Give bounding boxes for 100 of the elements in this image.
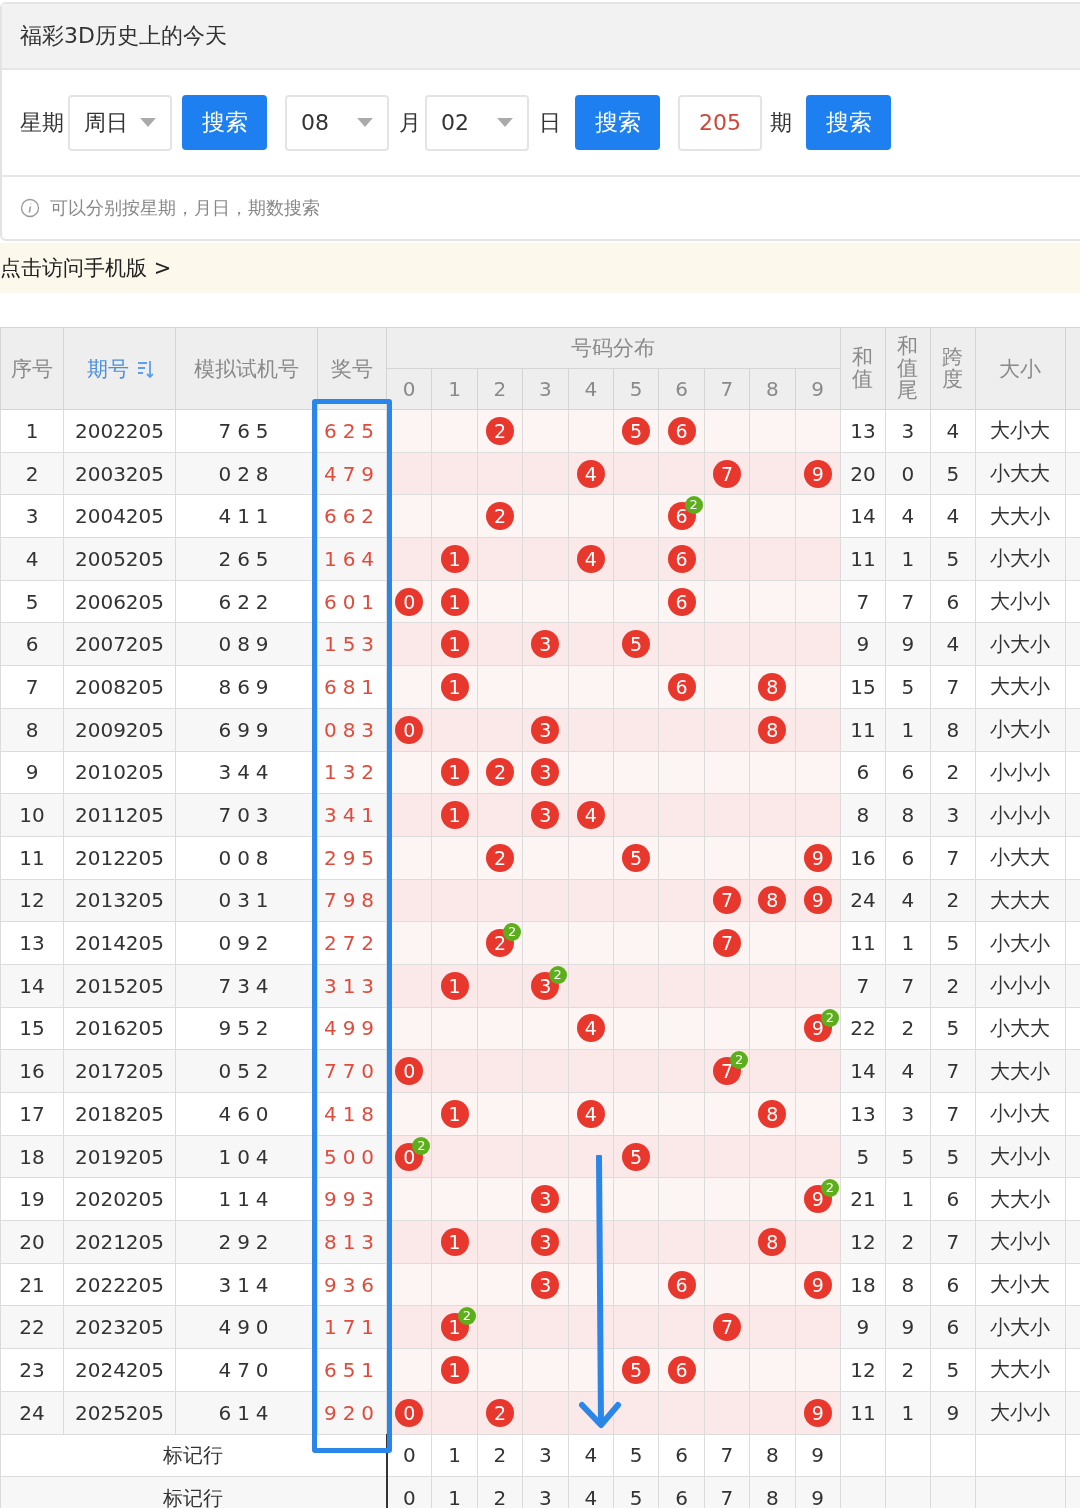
table-cell: 22 — [840, 1007, 886, 1050]
number-ball: 1 — [440, 630, 469, 659]
table-cell: 9 — [840, 1305, 886, 1349]
table-cell: 11 — [0, 836, 64, 880]
count-badge: 2 — [503, 923, 522, 942]
number-ball: 5 — [622, 1142, 651, 1171]
number-ball: 6 — [667, 1270, 696, 1299]
search-button[interactable]: 搜索 — [182, 95, 267, 150]
table-cell: 5 — [885, 665, 931, 709]
table-cell: 2008205 — [63, 665, 176, 709]
table-cell: 083 — [317, 708, 387, 751]
number-ball: 4 — [576, 801, 605, 830]
column-header: 2 — [477, 368, 523, 410]
table-cell: 2017205 — [63, 1049, 176, 1093]
table-cell: 11 — [840, 708, 886, 751]
number-ball: 3 — [531, 1270, 560, 1299]
dropdown[interactable]: 02 — [425, 94, 529, 151]
table-cell: 9 — [795, 1434, 841, 1477]
table-cell: 7 — [930, 1092, 976, 1136]
dropdown[interactable]: 08 — [285, 94, 389, 151]
table-cell: 1 — [885, 921, 931, 965]
column-header: 6 — [658, 368, 705, 410]
table-cell: 21 — [840, 1177, 886, 1221]
table-cell: 大大小 — [975, 1049, 1066, 1093]
table-cell: 3 — [0, 494, 64, 538]
number-ball: 3 — [531, 630, 560, 659]
number-ball: 4 — [576, 544, 605, 573]
table-cell: 2023205 — [63, 1305, 176, 1349]
table-cell: 22 — [0, 1305, 64, 1349]
number-ball: 5 — [622, 1355, 651, 1384]
table-cell: 20 — [840, 452, 886, 495]
sort-icon[interactable] — [136, 359, 153, 378]
table-cell: 171 — [317, 1305, 387, 1349]
table-cell: 7 — [885, 580, 931, 623]
column-header: 1 — [431, 368, 478, 410]
search-button[interactable]: 搜索 — [575, 95, 660, 150]
column-header: 9 — [795, 368, 841, 410]
number-ball: 0 — [395, 1057, 424, 1086]
table-cell: 2025205 — [63, 1391, 176, 1434]
table-cell: 24 — [0, 1391, 64, 1434]
table-cell: 5 — [0, 580, 64, 623]
table-cell: 2 — [885, 1007, 931, 1050]
table-cell: 6 — [658, 1434, 705, 1477]
table-cell: 313 — [317, 964, 387, 1008]
number-ball: 8 — [758, 1099, 787, 1128]
number-ball: 7 — [712, 929, 741, 958]
table-cell: 153 — [317, 622, 387, 666]
table-cell: 18 — [0, 1135, 64, 1178]
column-group-header: 号码分布 — [386, 327, 841, 369]
search-button[interactable]: 搜索 — [806, 95, 891, 150]
table-cell: 17 — [0, 1092, 64, 1136]
table-cell: 5 — [613, 1434, 659, 1477]
column-header[interactable]: 期号 — [63, 327, 176, 410]
table-cell: 6 — [930, 1263, 976, 1306]
table-cell: 2022205 — [63, 1263, 176, 1306]
table-cell: 2002205 — [63, 409, 176, 453]
table-cell: 031 — [175, 879, 318, 922]
column-header: 和值 — [840, 327, 886, 410]
number-ball: 9 — [803, 459, 832, 488]
table-cell: 大大小 — [975, 494, 1066, 538]
table-cell: 小大大 — [975, 1007, 1066, 1050]
table-cell: 703 — [175, 793, 318, 837]
column-header: 跨度 — [930, 327, 976, 410]
number-ball: 6 — [667, 416, 696, 445]
table-cell: 9 — [885, 622, 931, 666]
number-ball: 1 — [440, 801, 469, 830]
number-ball: 9 — [803, 886, 832, 915]
table-cell: 104 — [175, 1135, 318, 1178]
count-badge: 2 — [457, 1307, 476, 1326]
table-cell: 2005205 — [63, 537, 176, 581]
table-cell: 7 — [0, 665, 64, 709]
table-cell: 1 — [885, 708, 931, 751]
table-cell: 6 — [930, 580, 976, 623]
table-cell: 2 — [930, 751, 976, 794]
column-header: 7 — [704, 368, 750, 410]
table-cell: 798 — [317, 879, 387, 922]
table-cell: 3 — [522, 1434, 569, 1477]
table-cell: 5 — [840, 1135, 886, 1178]
table-cell: 小大小 — [975, 537, 1066, 581]
dropdown[interactable]: 周日 — [68, 94, 172, 151]
table-cell: 1 — [885, 1177, 931, 1221]
number-ball: 7 — [712, 1313, 741, 1342]
table-cell: 小小小 — [975, 964, 1066, 1008]
table-cell: 2 — [477, 1434, 523, 1477]
table-cell: 小大小 — [975, 708, 1066, 751]
number-ball: 0 — [395, 587, 424, 616]
table-cell: 8 — [749, 1434, 795, 1477]
field-label: 日 — [539, 108, 561, 137]
table-cell: 920 — [317, 1391, 387, 1434]
table-cell: 11 — [840, 1391, 886, 1434]
number-ball: 3 — [531, 1185, 560, 1214]
mobile-link[interactable]: 点击访问手机版 > — [0, 254, 172, 282]
number-ball: 3 — [531, 801, 560, 830]
table-cell: 2011205 — [63, 793, 176, 837]
table-cell: 10 — [0, 793, 64, 837]
number-ball: 8 — [758, 1227, 787, 1256]
input-field[interactable]: 205 — [678, 94, 762, 151]
table-cell: 大小小 — [975, 1391, 1066, 1434]
number-ball: 4 — [576, 1099, 605, 1128]
table-cell: 11 — [840, 537, 886, 581]
